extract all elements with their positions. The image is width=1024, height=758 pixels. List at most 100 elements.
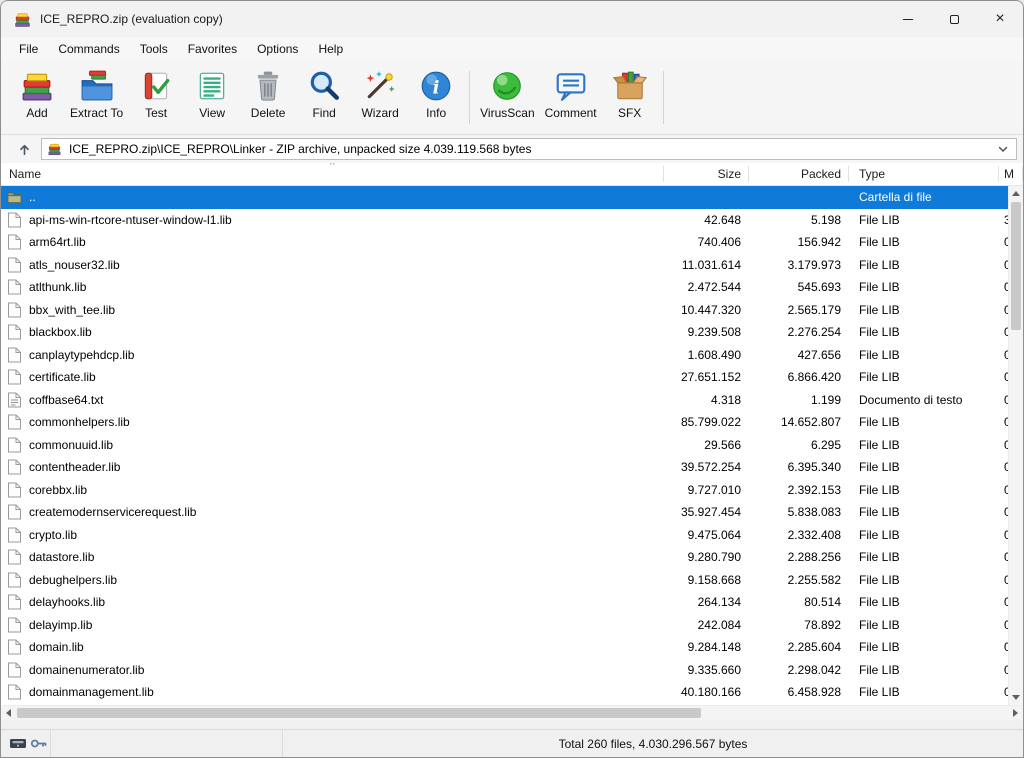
file-packed-cell: 5.838.083 [749,505,849,519]
menu-file[interactable]: File [9,37,48,61]
status-icons [1,730,51,757]
up-arrow-icon [17,142,32,157]
minimize-button[interactable] [885,1,931,37]
column-header-m[interactable]: M [999,163,1023,185]
drive-disk-icon[interactable] [9,737,27,750]
file-icon [7,347,22,363]
table-row[interactable]: corebbx.lib9.727.0102.392.153File LIB0 [1,479,1008,502]
table-row[interactable]: domainenumerator.lib9.335.6602.298.042Fi… [1,659,1008,682]
scroll-up-button[interactable] [1009,186,1023,201]
file-type-cell: File LIB [849,483,999,497]
table-row[interactable]: coffbase64.txt4.3181.199Documento di tes… [1,389,1008,412]
toolbar-find-button[interactable]: Find [296,65,352,134]
find-icon [307,69,341,103]
toolbar-delete-button[interactable]: Delete [240,65,296,134]
toolbar-wizard-button[interactable]: Wizard [352,65,408,134]
file-modified-cell: 0 [999,258,1008,272]
up-one-level-button[interactable] [7,138,41,160]
table-row[interactable]: arm64rt.lib740.406156.942File LIB0 [1,231,1008,254]
file-modified-cell: 0 [999,325,1008,339]
file-modified-cell: 0 [999,663,1008,677]
menu-favorites[interactable]: Favorites [178,37,247,61]
toolbar-extract-to-button[interactable]: Extract To [65,65,128,134]
table-row[interactable]: commonuuid.lib29.5666.295File LIB0 [1,434,1008,457]
scroll-left-button[interactable] [1,706,16,720]
file-packed-cell: 14.652.807 [749,415,849,429]
table-row[interactable]: delayimp.lib242.08478.892File LIB0 [1,614,1008,637]
maximize-button[interactable] [931,1,977,37]
column-header-type[interactable]: Type [849,163,999,185]
file-name: contentheader.lib [29,460,120,474]
table-row[interactable]: debughelpers.lib9.158.6682.255.582File L… [1,569,1008,592]
scroll-right-button[interactable] [1008,706,1023,720]
file-type-cell: File LIB [849,348,999,362]
file-modified-cell: 0 [999,235,1008,249]
menu-tools[interactable]: Tools [130,37,178,61]
file-name-cell: blackbox.lib [1,324,664,340]
file-name: coffbase64.txt [29,393,104,407]
table-row[interactable]: bbx_with_tee.lib10.447.3202.565.179File … [1,299,1008,322]
menu-help[interactable]: Help [308,37,353,61]
file-packed-cell: 545.693 [749,280,849,294]
vertical-scrollbar[interactable] [1008,186,1023,705]
table-row[interactable]: crypto.lib9.475.0642.332.408File LIB0 [1,524,1008,547]
status-selection-panel [51,730,283,757]
folder-up-icon [7,189,22,205]
toolbar-virusscan-button[interactable]: VirusScan [475,65,539,134]
table-row[interactable]: blackbox.lib9.239.5082.276.254File LIB0 [1,321,1008,344]
vertical-scroll-thumb[interactable] [1011,202,1021,330]
file-name-cell: crypto.lib [1,527,664,543]
table-row[interactable]: datastore.lib9.280.7902.288.256File LIB0 [1,546,1008,569]
table-row[interactable]: delayhooks.lib264.13480.514File LIB0 [1,591,1008,614]
file-type-cell: Documento di testo [849,393,999,407]
horizontal-scroll-thumb[interactable] [17,708,701,718]
table-row[interactable]: api-ms-win-rtcore-ntuser-window-l1.lib42… [1,209,1008,232]
file-packed-cell: 6.395.340 [749,460,849,474]
horizontal-scrollbar[interactable] [1,705,1023,720]
toolbar-test-button[interactable]: Test [128,65,184,134]
title-bar: ICE_REPRO.zip (evaluation copy) × [1,1,1023,37]
wizard-icon [363,69,397,103]
column-header-packed[interactable]: Packed [749,163,849,185]
file-modified-cell: 0 [999,528,1008,542]
window-controls: × [885,1,1023,37]
file-modified-cell: 0 [999,505,1008,519]
file-type-cell: File LIB [849,618,999,632]
file-size-cell: 4.318 [664,393,749,407]
toolbar-sfx-button[interactable]: SFX [602,65,658,134]
file-size-cell: 11.031.614 [664,258,749,272]
comment-icon [554,69,588,103]
text-icon [7,392,22,408]
close-button[interactable]: × [977,1,1023,37]
file-size-cell: 9.727.010 [664,483,749,497]
chevron-down-icon[interactable] [995,141,1011,157]
table-row[interactable]: certificate.lib27.651.1526.866.420File L… [1,366,1008,389]
address-combo[interactable]: ICE_REPRO.zip\ICE_REPRO\Linker - ZIP arc… [41,138,1017,160]
file-type-cell: File LIB [849,640,999,654]
file-list-panel: NameSizePackedTypeM^ ..Cartella di filea… [1,163,1023,705]
menu-options[interactable]: Options [247,37,308,61]
toolbar-comment-button[interactable]: Comment [540,65,602,134]
table-row[interactable]: domainmanagement.lib40.180.1666.458.928F… [1,681,1008,704]
file-icon [7,662,22,678]
table-row[interactable]: commonhelpers.lib85.799.02214.652.807Fil… [1,411,1008,434]
encryption-key-icon[interactable] [30,737,48,750]
toolbar-view-button[interactable]: View [184,65,240,134]
table-row[interactable]: canplaytypehdcp.lib1.608.490427.656File … [1,344,1008,367]
file-type-cell: File LIB [849,438,999,452]
scroll-down-button[interactable] [1009,690,1023,705]
status-bar: Total 260 files, 4.030.296.567 bytes [1,729,1023,757]
table-row[interactable]: domain.lib9.284.1482.285.604File LIB0 [1,636,1008,659]
file-packed-cell: 156.942 [749,235,849,249]
column-header-size[interactable]: Size [664,163,749,185]
table-row[interactable]: atlthunk.lib2.472.544545.693File LIB0 [1,276,1008,299]
table-row[interactable]: ..Cartella di file [1,186,1008,209]
table-row[interactable]: contentheader.lib39.572.2546.395.340File… [1,456,1008,479]
file-type-cell: File LIB [849,663,999,677]
table-row[interactable]: atls_nouser32.lib11.031.6143.179.973File… [1,254,1008,277]
file-modified-cell: 0 [999,460,1008,474]
menu-commands[interactable]: Commands [48,37,129,61]
table-row[interactable]: createmodernservicerequest.lib35.927.454… [1,501,1008,524]
toolbar-info-button[interactable]: iInfo [408,65,464,134]
toolbar-add-button[interactable]: Add [9,65,65,134]
